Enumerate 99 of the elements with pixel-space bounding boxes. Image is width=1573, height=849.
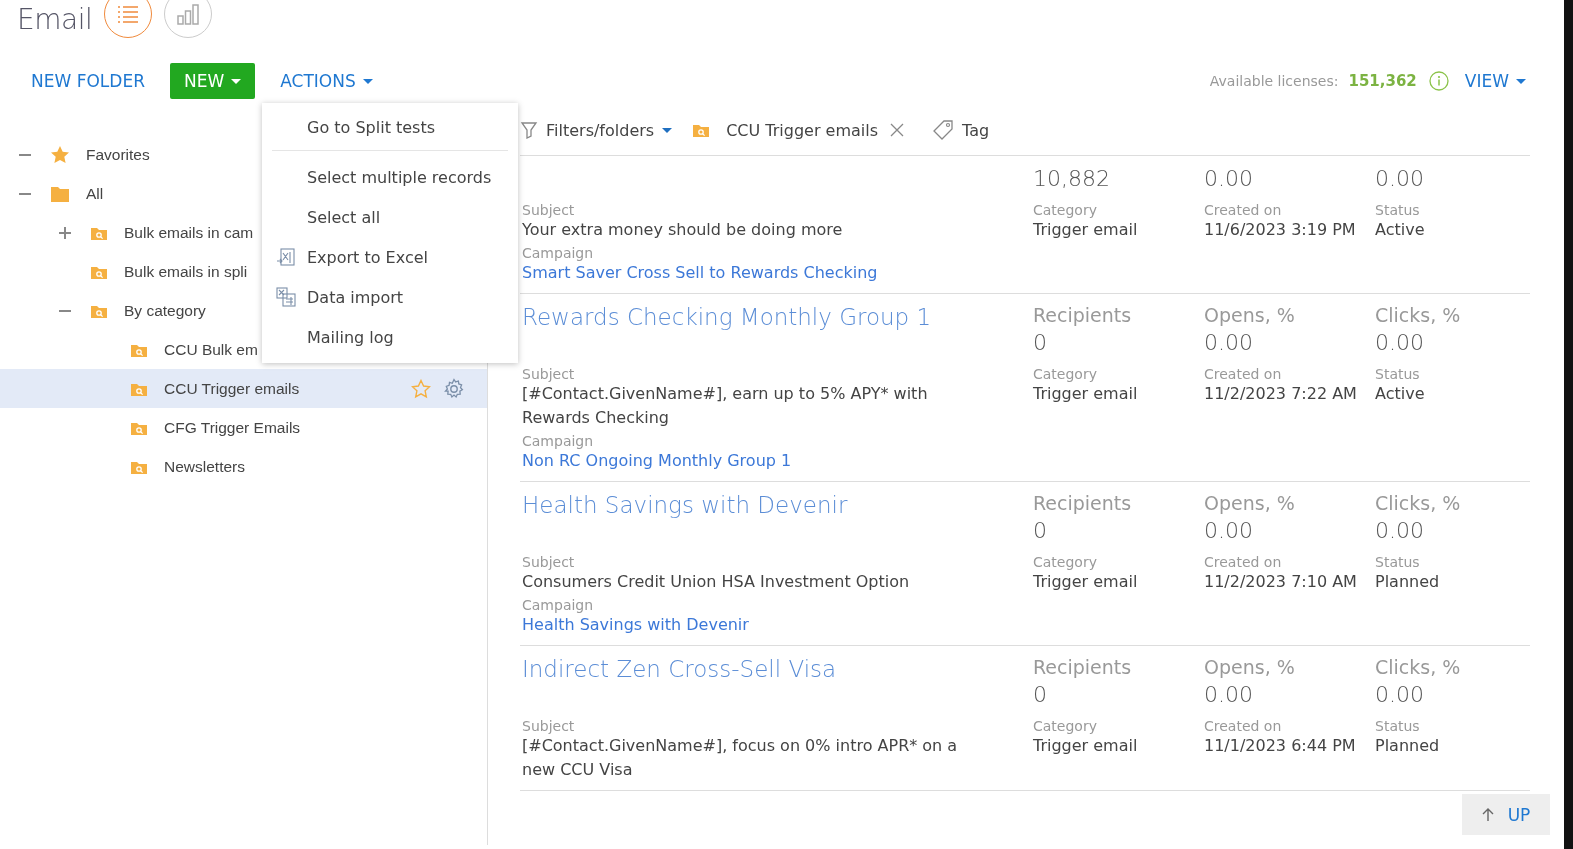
metric-label: Recipients (1033, 492, 1133, 514)
menu-item[interactable]: Mailing log (262, 317, 518, 357)
filters-button[interactable]: Filters/folders (520, 120, 673, 140)
metric-value: 0 (1033, 518, 1048, 543)
field-label: Category (1033, 554, 1098, 570)
field-label: Status (1375, 366, 1421, 382)
menu-item[interactable]: Go to Split tests (262, 107, 518, 147)
tree-item[interactable]: CCU Trigger emails (0, 369, 487, 408)
caret-icon (231, 78, 242, 84)
metric-value: 10,882 (1033, 166, 1111, 191)
field-label: Created on (1204, 202, 1283, 218)
subject-text: [#Contact.GivenName#], focus on 0% intro APR* on a new CCU Visa (522, 735, 959, 781)
metric-value: 0.00 (1204, 682, 1254, 707)
scroll-up-button[interactable]: UP (1462, 794, 1550, 835)
metric-value: 0.00 (1375, 330, 1425, 355)
field-label: Subject (522, 202, 576, 218)
field-value: Planned (1375, 735, 1441, 757)
field-label: Status (1375, 554, 1421, 570)
campaign-link[interactable]: Smart Saver Cross Sell to Rewards Checking (522, 261, 1033, 285)
metric-value: 0 (1033, 330, 1048, 355)
field-value: Planned (1375, 571, 1441, 593)
metric-label: Opens, % (1204, 656, 1296, 678)
settings-icon[interactable] (443, 377, 465, 400)
metric-label: Recipients (1033, 304, 1133, 326)
metric-value: 0.00 (1375, 682, 1425, 707)
menu-item[interactable]: Data import (262, 277, 518, 317)
star-outline-icon[interactable] (411, 378, 431, 399)
field-label: Campaign (522, 433, 595, 449)
menu-item[interactable]: Export to Excel (262, 237, 518, 277)
field-label: Subject (522, 366, 576, 382)
metric-value: 0.00 (1204, 166, 1254, 191)
tree-item[interactable]: Newsletters (0, 447, 487, 486)
subject-text: [#Contact.GivenName#], earn up to 5% APY* with Rewards Checking (522, 383, 929, 429)
actions-button[interactable]: ACTIONS (280, 71, 373, 91)
field-label: Created on (1204, 366, 1283, 382)
page-title: Email (17, 2, 93, 36)
field-label: Created on (1204, 554, 1283, 570)
metric-label: Clicks, % (1375, 304, 1462, 326)
field-label: Created on (1204, 718, 1283, 734)
field-label: Category (1033, 202, 1098, 218)
caret-icon (662, 127, 673, 133)
record-title-link[interactable]: Indirect Zen Cross-Sell Visa (522, 656, 837, 682)
subject-text: Your extra money should be doing more (522, 219, 844, 241)
bar-chart-icon (176, 3, 201, 25)
folder-icon (50, 184, 70, 203)
menu-item[interactable]: Select all (262, 197, 518, 237)
field-label: Campaign (522, 245, 595, 261)
close-icon[interactable] (890, 123, 904, 137)
expand-icon[interactable] (58, 225, 72, 240)
field-value: Active (1375, 383, 1426, 405)
field-label: Category (1033, 718, 1098, 734)
tree-item[interactable]: CFG Trigger Emails (0, 408, 487, 447)
spreadsheet-export-icon (276, 247, 296, 267)
star-icon (50, 144, 70, 165)
field-value: 11/2/2023 7:10 AM (1204, 571, 1358, 593)
field-label: Status (1375, 202, 1421, 218)
field-value: Trigger email (1033, 219, 1139, 241)
metric-label: Opens, % (1204, 304, 1296, 326)
metric-value: 0.00 (1204, 518, 1254, 543)
tag-button[interactable]: Tag (932, 119, 990, 141)
licenses-label: Available licenses: (1209, 73, 1339, 89)
field-value: Trigger email (1033, 571, 1139, 593)
folder-filter-label: CCU Trigger emails (726, 120, 878, 140)
metric-value: 0.00 (1375, 518, 1425, 543)
menu-item[interactable]: Select multiple records (262, 157, 518, 197)
record-title-link[interactable]: Rewards Checking Monthly Group 1 (522, 304, 932, 330)
subject-text: Consumers Credit Union HSA Investment Option (522, 571, 911, 593)
campaign-link[interactable]: Health Savings with Devenir (522, 613, 1033, 637)
metric-value: 0.00 (1204, 330, 1254, 355)
field-label: Status (1375, 718, 1421, 734)
field-label: Campaign (522, 597, 595, 613)
spreadsheet-import-icon (276, 287, 296, 307)
field-value: Trigger email (1033, 383, 1139, 405)
tag-icon (932, 119, 954, 141)
field-label: Category (1033, 366, 1098, 382)
field-value: 11/1/2023 6:44 PM (1204, 735, 1357, 757)
record-title-link[interactable]: Health Savings with Devenir (522, 492, 848, 518)
arrow-up-icon (1481, 807, 1494, 822)
metric-label: Opens, % (1204, 492, 1296, 514)
field-value: Trigger email (1033, 735, 1139, 757)
metric-value: 0.00 (1375, 166, 1425, 191)
field-value: 11/2/2023 7:22 AM (1204, 383, 1358, 405)
metric-label: Clicks, % (1375, 656, 1462, 678)
campaign-link[interactable]: Non RC Ongoing Monthly Group 1 (522, 449, 1033, 473)
field-label: Subject (522, 718, 576, 734)
licenses-count: 151,362 (1348, 72, 1417, 90)
field-value: Active (1375, 219, 1426, 241)
metric-label: Recipients (1033, 656, 1133, 678)
view-button[interactable]: VIEW (1464, 71, 1526, 91)
metric-value: 0 (1033, 682, 1048, 707)
new-folder-button[interactable]: NEW FOLDER (31, 71, 145, 91)
info-icon[interactable] (1428, 71, 1449, 91)
field-value: 11/6/2023 3:19 PM (1204, 219, 1357, 241)
field-label: Subject (522, 554, 576, 570)
caret-icon (362, 78, 373, 84)
caret-icon (1516, 78, 1526, 84)
filter-icon (520, 121, 538, 139)
metric-label: Clicks, % (1375, 492, 1462, 514)
list-icon (116, 4, 141, 24)
